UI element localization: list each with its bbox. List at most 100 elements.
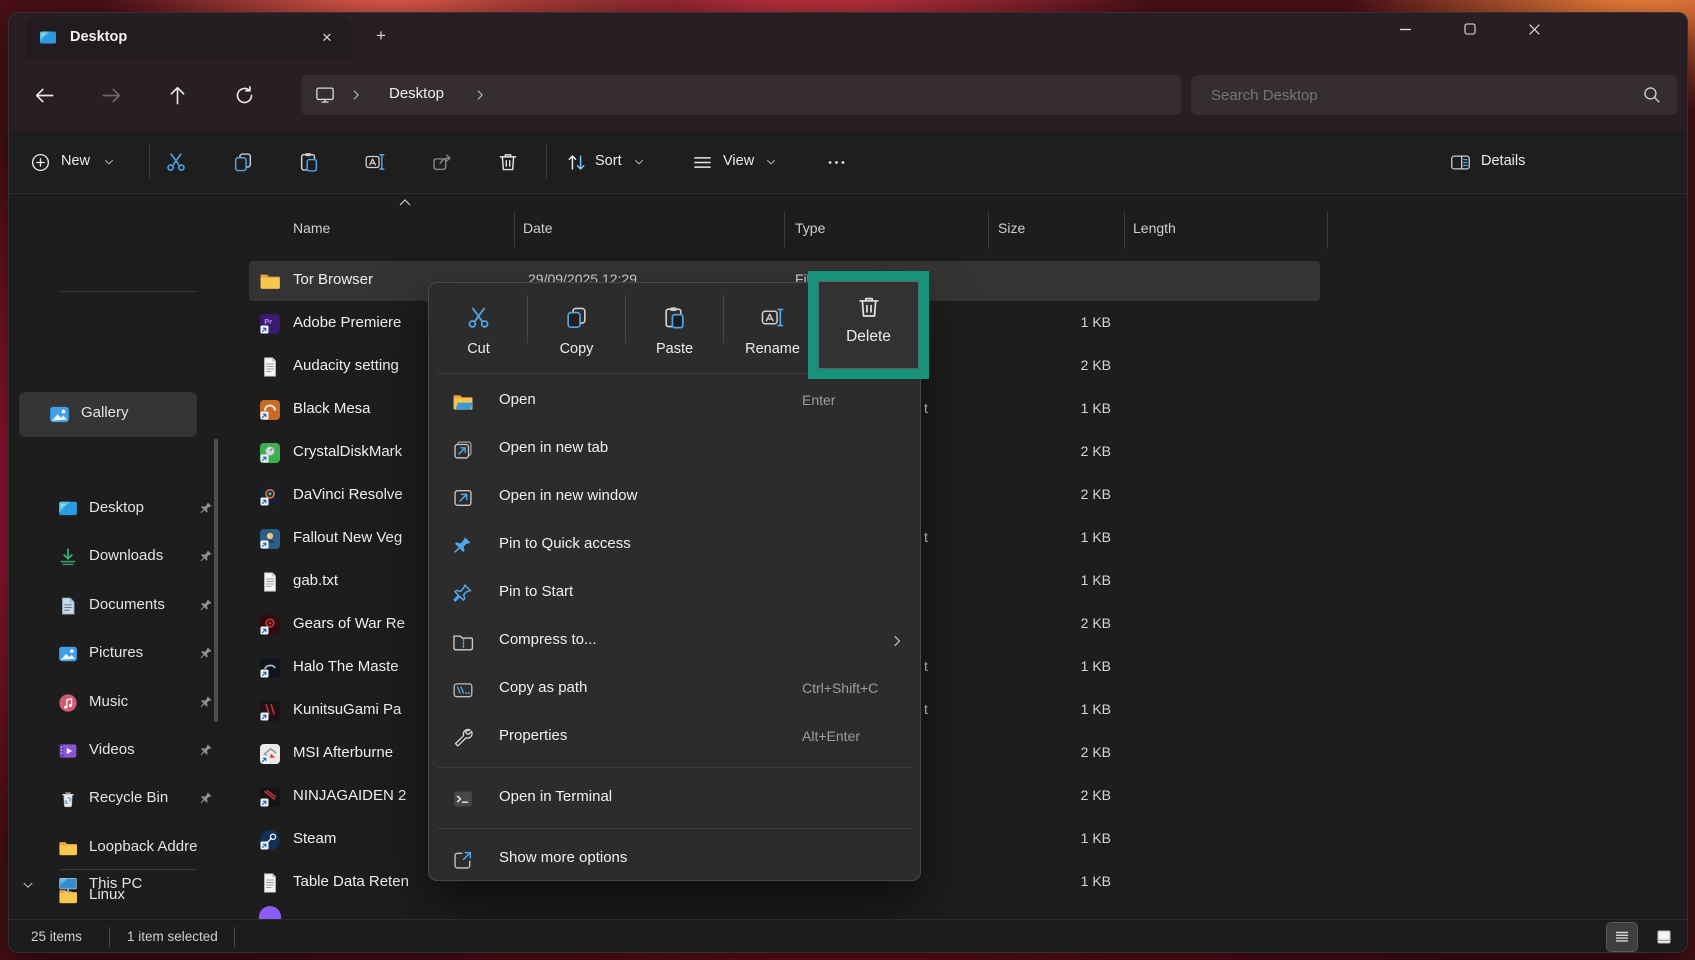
breadcrumb[interactable]: Desktop [301, 75, 1181, 115]
file-name: KunitsuGami Pa [293, 701, 401, 718]
search-icon [1642, 85, 1661, 104]
menu-item-open-in-terminal[interactable]: Open in Terminal [434, 775, 917, 823]
file-size: 1 KB [1051, 873, 1111, 889]
column-divider[interactable] [1327, 211, 1328, 249]
paste-button[interactable] [294, 147, 324, 177]
context-menu-rename-button[interactable]: Rename [724, 289, 821, 377]
delete-highlight-annotation[interactable]: Delete [808, 271, 929, 379]
context-menu-delete-button[interactable]: Delete [819, 282, 918, 368]
column-header-name[interactable]: Name [293, 220, 330, 236]
file-name: Tor Browser [293, 271, 373, 288]
forward-button[interactable] [95, 79, 127, 111]
kunitsugami-shortcut-icon [259, 700, 281, 722]
wrench-icon [452, 727, 474, 749]
tab-close-icon[interactable]: ✕ [314, 26, 340, 50]
back-button[interactable] [28, 79, 60, 111]
share-icon [431, 151, 453, 173]
menu-divider [438, 767, 912, 768]
context-menu-paste-button[interactable]: Paste [626, 289, 723, 377]
chevron-right-icon [473, 87, 487, 103]
document-icon [259, 571, 281, 593]
breadcrumb-segment-desktop[interactable]: Desktop [389, 85, 444, 102]
tab-desktop[interactable]: Desktop ✕ [26, 17, 351, 59]
file-size: 1 KB [1051, 572, 1111, 588]
column-divider[interactable] [1124, 211, 1125, 249]
file-size: 2 KB [1051, 486, 1111, 502]
delete-button[interactable] [493, 147, 523, 177]
sidebar-item-gallery[interactable]: Gallery [19, 392, 197, 437]
cut-icon [466, 305, 491, 330]
context-menu-copy-button[interactable]: Copy [528, 289, 625, 377]
menu-item-label: Open in new tab [499, 439, 608, 456]
more-options-button[interactable] [821, 147, 851, 177]
column-divider[interactable] [784, 211, 785, 249]
sort-ascending-caret [398, 198, 412, 207]
file-name: Table Data Reten [293, 873, 409, 890]
column-header-date[interactable]: Date [523, 220, 553, 236]
large-icons-view-toggle[interactable] [1649, 923, 1679, 951]
sidebar-item-this-pc[interactable]: This PC [19, 864, 215, 906]
sidebar-item-music[interactable]: Music [19, 682, 215, 724]
file-name: Adobe Premiere [293, 314, 401, 331]
file-type-fragment: t [924, 400, 928, 416]
context-menu-cut-button[interactable]: Cut [430, 289, 527, 377]
sidebar-item-pictures[interactable]: Pictures [19, 633, 215, 675]
compress-icon [452, 631, 474, 653]
sidebar-scrollbar[interactable] [214, 439, 218, 722]
status-bar: 25 items 1 item selected [9, 919, 1687, 953]
menu-item-open-in-new-tab[interactable]: Open in new tab [434, 426, 917, 474]
column-divider[interactable] [988, 211, 989, 249]
sidebar-item-loopback-addre[interactable]: Loopback Addre [19, 827, 215, 869]
menu-item-open-in-new-window[interactable]: Open in new window [434, 474, 917, 522]
file-name: Audacity setting [293, 357, 399, 374]
menu-item-show-more-options[interactable]: Show more options [434, 836, 917, 884]
sidebar-item-label: Gallery [81, 404, 129, 421]
menu-item-compress-to[interactable]: Compress to... [434, 618, 917, 666]
column-header-length[interactable]: Length [1133, 220, 1176, 236]
refresh-button[interactable] [228, 79, 260, 111]
pin-icon [199, 695, 214, 710]
copy-button[interactable] [228, 147, 258, 177]
rename-button[interactable] [360, 147, 390, 177]
cut-button[interactable] [161, 147, 191, 177]
desktop-icon [39, 29, 57, 47]
gallery-icon [49, 404, 70, 425]
sort-button[interactable]: Sort [561, 145, 661, 179]
menu-item-pin-to-start[interactable]: Pin to Start [434, 570, 917, 618]
new-tab-button[interactable]: + [367, 23, 395, 49]
menu-item-properties[interactable]: PropertiesAlt+Enter [434, 714, 917, 762]
menu-item-pin-to-quick-access[interactable]: Pin to Quick access [434, 522, 917, 570]
up-button[interactable] [161, 79, 193, 111]
menu-item-label: Properties [499, 727, 567, 744]
folder-icon [259, 270, 281, 292]
blackmesa-shortcut-icon [259, 399, 281, 421]
tab-bar: Desktop ✕ + [9, 13, 1687, 59]
file-name: Gears of War Re [293, 615, 405, 632]
menu-item-open[interactable]: OpenEnter [434, 378, 917, 426]
maximize-button[interactable] [1448, 13, 1492, 45]
column-header-row: Name Date Type Size Length [234, 207, 1688, 253]
sidebar-item-documents[interactable]: Documents [19, 585, 215, 627]
selection-count: 1 item selected [127, 929, 218, 944]
details-view-toggle[interactable] [1607, 923, 1637, 951]
column-divider[interactable] [514, 211, 515, 249]
sidebar-item-desktop[interactable]: Desktop [19, 488, 215, 530]
sidebar-item-recycle-bin[interactable]: Recycle Bin [19, 778, 215, 820]
clipboard-command-group [9, 131, 549, 194]
minimize-button[interactable] [1383, 13, 1427, 45]
delete-label: Delete [819, 328, 918, 346]
view-button[interactable]: View [687, 145, 791, 179]
search-input[interactable] [1191, 75, 1677, 115]
menu-item-label: Open [499, 391, 536, 408]
menu-item-copy-as-path[interactable]: Copy as pathCtrl+Shift+C [434, 666, 917, 714]
details-pane-button[interactable]: Details [1445, 145, 1565, 179]
sidebar-item-downloads[interactable]: Downloads [19, 536, 215, 578]
copy-icon [232, 151, 254, 173]
search-box[interactable] [1191, 75, 1677, 115]
column-header-size[interactable]: Size [998, 220, 1025, 236]
close-window-button[interactable] [1512, 13, 1556, 45]
sidebar-item-videos[interactable]: Videos [19, 730, 215, 772]
column-header-type[interactable]: Type [795, 220, 825, 236]
chevron-down-icon[interactable] [21, 878, 35, 892]
file-size: 1 KB [1051, 400, 1111, 416]
